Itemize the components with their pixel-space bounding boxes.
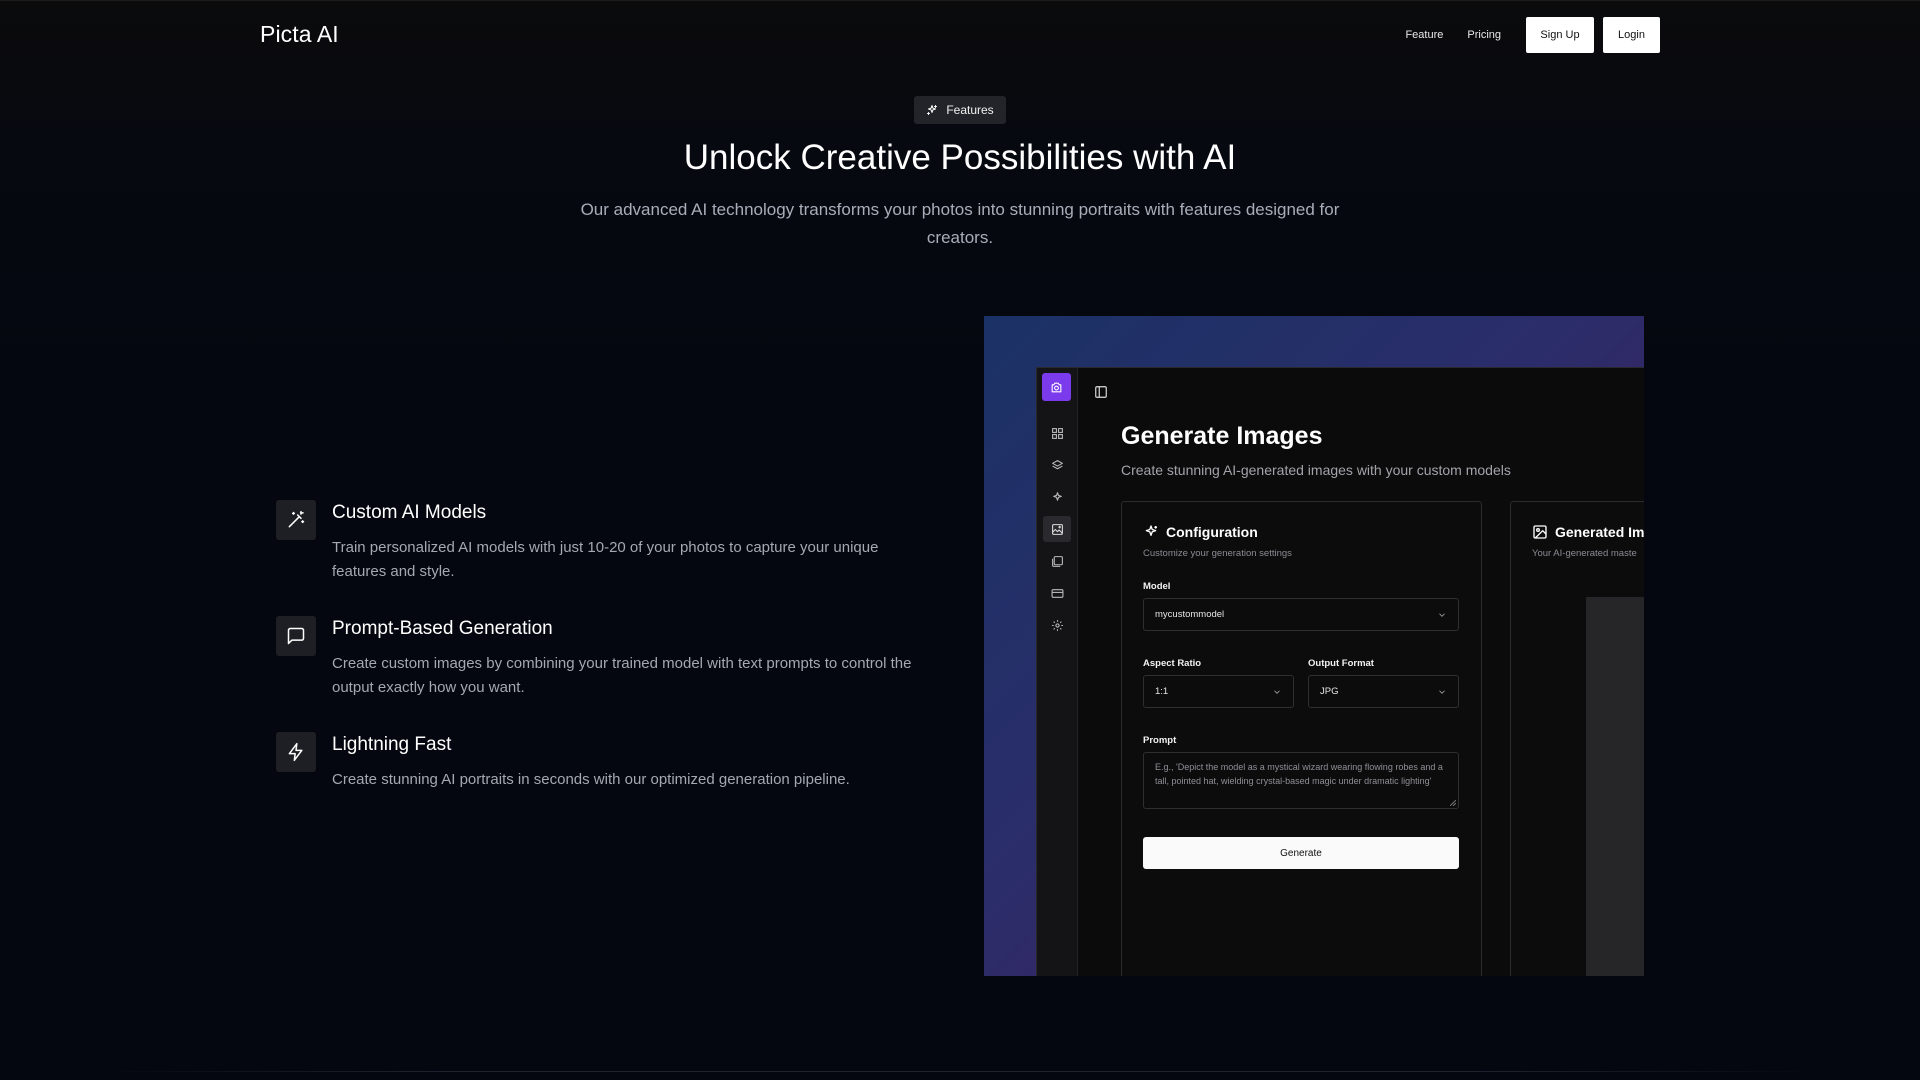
sidebar-item-train[interactable] [1043, 484, 1071, 510]
app-window: Generate Images Create stunning AI-gener… [1036, 367, 1644, 976]
sparkles-icon [927, 105, 938, 115]
camera-icon [1051, 382, 1062, 392]
resize-handle-icon[interactable] [1450, 800, 1456, 806]
signup-button[interactable]: Sign Up [1526, 17, 1594, 53]
grid-icon [1051, 427, 1063, 439]
nav-link-pricing[interactable]: Pricing [1467, 29, 1501, 41]
configuration-card: Configuration Customize your generation … [1121, 501, 1482, 976]
card-subtitle: Your AI-generated maste [1532, 548, 1637, 559]
card-subtitle: Customize your generation settings [1143, 548, 1292, 559]
app-page-title: Generate Images [1121, 422, 1323, 450]
aspect-ratio-select[interactable]: 1:1 [1143, 675, 1294, 708]
output-format-select[interactable]: JPG [1308, 675, 1459, 708]
feature-icon-box [276, 616, 316, 656]
card-header: Generated Im [1532, 524, 1644, 540]
hero-title: Unlock Creative Possibilities with AI [683, 138, 1237, 177]
app-preview: Generate Images Create stunning AI-gener… [984, 316, 1644, 976]
zap-icon [288, 742, 303, 762]
output-format-value: JPG [1320, 686, 1339, 697]
prompt-label: Prompt [1143, 735, 1177, 746]
nav-links: Feature Pricing Sign Up Login [1405, 17, 1660, 53]
chevron-down-icon [1274, 689, 1280, 694]
model-label: Model [1143, 581, 1171, 592]
sidebar-item-billing[interactable] [1043, 580, 1071, 606]
model-select[interactable]: mycustommodel [1143, 598, 1459, 631]
image-placeholder [1586, 597, 1644, 976]
sidebar-item-dashboard[interactable] [1043, 420, 1071, 446]
output-format-label: Output Format [1308, 658, 1374, 669]
image-plus-icon [1051, 523, 1063, 535]
card-header: Configuration [1143, 524, 1258, 540]
sidebar-item-gallery[interactable] [1043, 548, 1071, 574]
brand-logo[interactable]: Picta AI [260, 21, 339, 48]
app-page-subtitle: Create stunning AI-generated images with… [1121, 462, 1511, 478]
chevron-down-icon [1439, 689, 1445, 694]
feature-description: Train personalized AI models with just 1… [332, 539, 879, 580]
card-title: Generated Im [1555, 524, 1644, 540]
section-divider [100, 1071, 1820, 1072]
prompt-placeholder: E.g., 'Depict the model as a mystical wi… [1155, 762, 1443, 786]
generate-button[interactable]: Generate [1143, 837, 1459, 869]
features-badge: Features [914, 96, 1006, 124]
aspect-ratio-label: Aspect Ratio [1143, 658, 1202, 669]
sparkles-icon [1145, 525, 1157, 536]
feature-title: Custom AI Models [332, 502, 487, 523]
generated-images-card: Generated Im Your AI-generated maste [1510, 501, 1644, 976]
message-square-icon [287, 627, 305, 645]
app-sidebar [1037, 368, 1078, 976]
aspect-ratio-value: 1:1 [1155, 686, 1169, 697]
magic-wand-icon [288, 510, 305, 528]
login-button[interactable]: Login [1603, 17, 1660, 53]
sidebar-item-settings[interactable] [1043, 612, 1071, 638]
feature-title: Lightning Fast [332, 734, 452, 755]
feature-description: Create stunning AI portraits in seconds … [332, 771, 850, 788]
feature-title: Prompt-Based Generation [332, 618, 553, 639]
nav-link-feature[interactable]: Feature [1405, 29, 1443, 41]
layers-icon [1051, 459, 1063, 469]
navbar: Picta AI Feature Pricing Sign Up Login [0, 0, 1920, 68]
image-icon [1533, 525, 1547, 539]
gear-icon [1051, 619, 1063, 631]
card-title: Configuration [1166, 524, 1258, 540]
feature-description: Create custom images by combining your t… [332, 655, 912, 696]
hero-subtitle: Our advanced AI technology transforms yo… [580, 200, 1340, 247]
prompt-textarea[interactable]: E.g., 'Depict the model as a mystical wi… [1143, 752, 1459, 809]
sidebar-item-models[interactable] [1043, 452, 1071, 478]
sparkles-icon [1052, 491, 1062, 501]
feature-icon-box [276, 732, 316, 772]
badge-label: Features [946, 103, 994, 117]
model-value: mycustommodel [1155, 609, 1225, 620]
images-icon [1051, 555, 1063, 567]
feature-icon-box [276, 500, 316, 540]
chevron-down-icon [1439, 612, 1445, 617]
sidebar-item-generate[interactable] [1043, 516, 1071, 542]
credit-card-icon [1051, 588, 1063, 598]
sidebar-toggle-icon[interactable] [1094, 385, 1108, 399]
app-logo[interactable] [1042, 373, 1071, 401]
